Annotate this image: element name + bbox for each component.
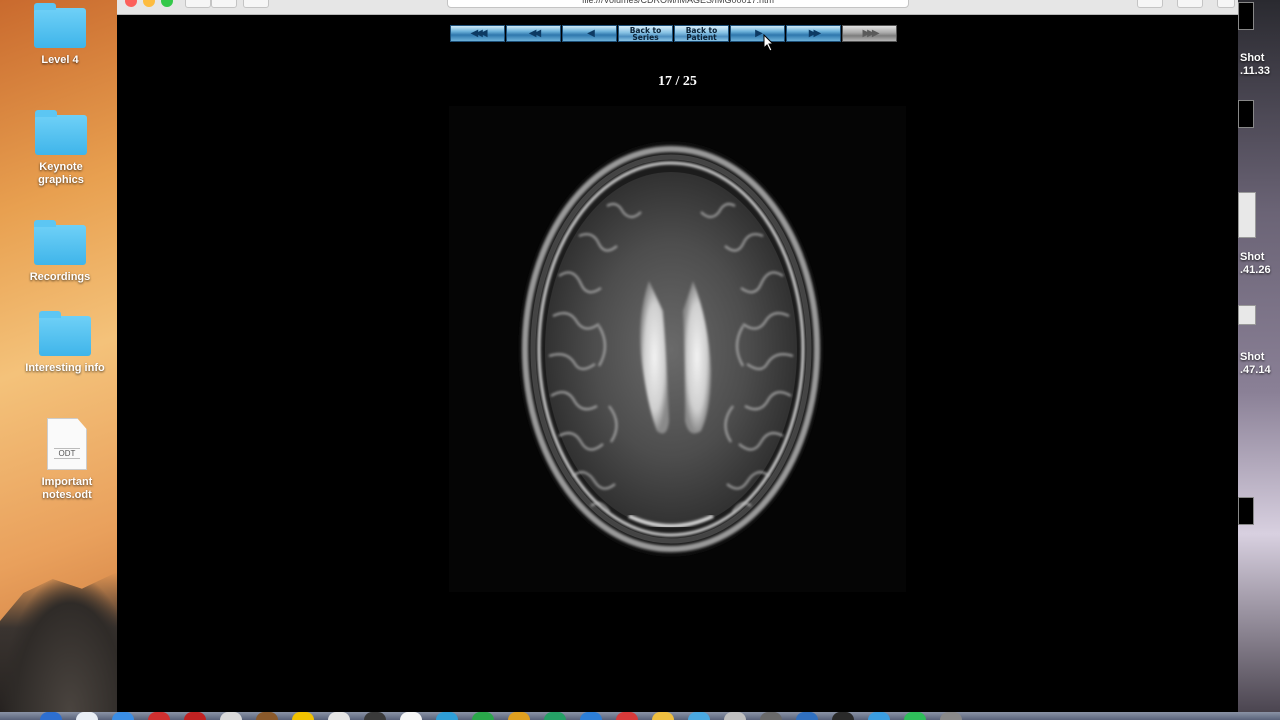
mri-image bbox=[449, 106, 906, 592]
screenshot-label-line: .47.14 bbox=[1240, 364, 1271, 376]
screenshot-label[interactable]: Shot .41.26 bbox=[1238, 251, 1280, 277]
first-image-button[interactable]: ◀◀◀ bbox=[450, 25, 505, 42]
fast-back-icon: ◀◀ bbox=[528, 27, 542, 39]
app-icon[interactable] bbox=[184, 712, 206, 720]
desktop-item-label: Interesting info bbox=[25, 362, 105, 374]
zoom-window-button[interactable] bbox=[161, 0, 173, 7]
back-icon: ◀ bbox=[587, 27, 595, 39]
app-icon[interactable] bbox=[616, 712, 638, 720]
sidebar-button[interactable] bbox=[243, 0, 269, 8]
notes-icon[interactable] bbox=[292, 712, 314, 720]
minimize-window-button[interactable] bbox=[143, 0, 155, 7]
forward-icon: ▶ bbox=[755, 27, 763, 39]
tabs-button[interactable] bbox=[1177, 0, 1203, 8]
document-icon: ODT bbox=[47, 418, 87, 470]
desktop-item-label: Keynote graphics bbox=[38, 161, 84, 186]
prev-image-button[interactable]: ◀ bbox=[562, 25, 617, 42]
app-icon[interactable] bbox=[580, 712, 602, 720]
app-icon[interactable] bbox=[148, 712, 170, 720]
safari-icon[interactable] bbox=[112, 712, 134, 720]
browser-titlebar: file:///Volumes/CDROM/IMAGES/IMG00017.ht… bbox=[117, 0, 1238, 15]
screenshot-label-line: .11.33 bbox=[1240, 65, 1270, 77]
app-icon[interactable] bbox=[796, 712, 818, 720]
app-icon[interactable] bbox=[472, 712, 494, 720]
screenshot-thumbnail[interactable] bbox=[1238, 192, 1256, 238]
launchpad-icon[interactable] bbox=[76, 712, 98, 720]
folder-icon bbox=[34, 220, 86, 265]
image-counter: 17 / 25 bbox=[658, 74, 697, 89]
folder-icon bbox=[39, 311, 91, 356]
app-icon[interactable] bbox=[508, 712, 530, 720]
back-to-series-label: Back to Series bbox=[629, 25, 662, 42]
folder-icon bbox=[35, 110, 87, 155]
image-nav-bar: ◀◀◀ ◀◀ ◀ Back to Series Back to Patient … bbox=[450, 25, 897, 43]
brain-mri-scan bbox=[521, 144, 821, 554]
app-icon[interactable] bbox=[400, 712, 422, 720]
screenshot-thumbnail[interactable] bbox=[1238, 497, 1254, 525]
screenshot-label-line: Shot bbox=[1240, 351, 1265, 363]
screenshot-thumbnail[interactable] bbox=[1238, 100, 1254, 128]
screenshot-label-line: Shot bbox=[1240, 52, 1265, 64]
desktop-folder-keynote-graphics[interactable]: Keynote graphics bbox=[11, 110, 111, 187]
app-icon[interactable] bbox=[220, 712, 242, 720]
desktop-item-label: Important notes.odt bbox=[41, 476, 93, 501]
app-icon[interactable] bbox=[724, 712, 746, 720]
app-icon[interactable] bbox=[904, 712, 926, 720]
close-window-button[interactable] bbox=[125, 0, 137, 7]
forward-button[interactable] bbox=[211, 0, 237, 8]
desktop-folder-level-4[interactable]: Level 4 bbox=[10, 3, 110, 67]
desktop-wallpaper-mountain bbox=[0, 572, 117, 712]
app-icon[interactable] bbox=[364, 712, 386, 720]
app-icon[interactable] bbox=[544, 712, 566, 720]
app-icon[interactable] bbox=[832, 712, 854, 720]
last-image-button: ▶▶▶ bbox=[842, 25, 897, 42]
skip-to-end-icon: ▶▶▶ bbox=[862, 27, 879, 39]
screenshot-label[interactable]: Shot .11.33 bbox=[1238, 52, 1280, 78]
trash-icon[interactable] bbox=[940, 712, 962, 720]
desktop-folder-interesting-info[interactable]: Interesting info bbox=[15, 311, 115, 375]
share-button[interactable] bbox=[1137, 0, 1163, 8]
desktop-item-label: Recordings bbox=[29, 271, 91, 283]
back-button[interactable] bbox=[185, 0, 211, 8]
address-bar[interactable]: file:///Volumes/CDROM/IMAGES/IMG00017.ht… bbox=[447, 0, 909, 8]
app-icon[interactable] bbox=[868, 712, 890, 720]
rewind-icon: ◀◀◀ bbox=[470, 27, 487, 39]
document-extension: ODT bbox=[54, 448, 80, 459]
prev-fast-button[interactable]: ◀◀ bbox=[506, 25, 561, 42]
fast-forward-icon: ▶▶ bbox=[808, 27, 822, 39]
screenshot-thumbnail[interactable] bbox=[1238, 2, 1254, 30]
app-icon[interactable] bbox=[436, 712, 458, 720]
back-to-series-button[interactable]: Back to Series bbox=[618, 25, 673, 42]
app-icon[interactable] bbox=[328, 712, 350, 720]
next-image-button[interactable]: ▶ bbox=[730, 25, 785, 42]
back-to-patient-label: Back to Patient bbox=[685, 25, 718, 42]
next-fast-button[interactable]: ▶▶ bbox=[786, 25, 841, 42]
desktop-item-label: Level 4 bbox=[41, 54, 79, 66]
desktop-right-edge: Shot .11.33 Shot .41.26 Shot .47.14 bbox=[1238, 0, 1280, 712]
browser-window: file:///Volumes/CDROM/IMAGES/IMG00017.ht… bbox=[117, 0, 1238, 712]
dock bbox=[0, 712, 1280, 720]
app-icon[interactable] bbox=[256, 712, 278, 720]
new-tab-button[interactable] bbox=[1217, 0, 1235, 8]
desktop-file-important-notes[interactable]: ODT Important notes.odt bbox=[17, 418, 117, 502]
app-icon[interactable] bbox=[688, 712, 710, 720]
back-to-patient-button[interactable]: Back to Patient bbox=[674, 25, 729, 42]
mouse-pointer-icon bbox=[763, 34, 775, 52]
screenshot-label-line: Shot bbox=[1240, 251, 1265, 263]
app-icon[interactable] bbox=[760, 712, 782, 720]
desktop-left: Level 4 Keynote graphics Recordings Inte… bbox=[0, 0, 117, 712]
finder-icon[interactable] bbox=[40, 712, 62, 720]
screenshot-label-line: .41.26 bbox=[1240, 264, 1271, 276]
folder-icon bbox=[34, 3, 86, 48]
desktop-folder-recordings[interactable]: Recordings bbox=[10, 220, 110, 284]
screenshot-thumbnail[interactable] bbox=[1238, 305, 1256, 325]
app-icon[interactable] bbox=[652, 712, 674, 720]
screenshot-label[interactable]: Shot .47.14 bbox=[1238, 351, 1280, 377]
